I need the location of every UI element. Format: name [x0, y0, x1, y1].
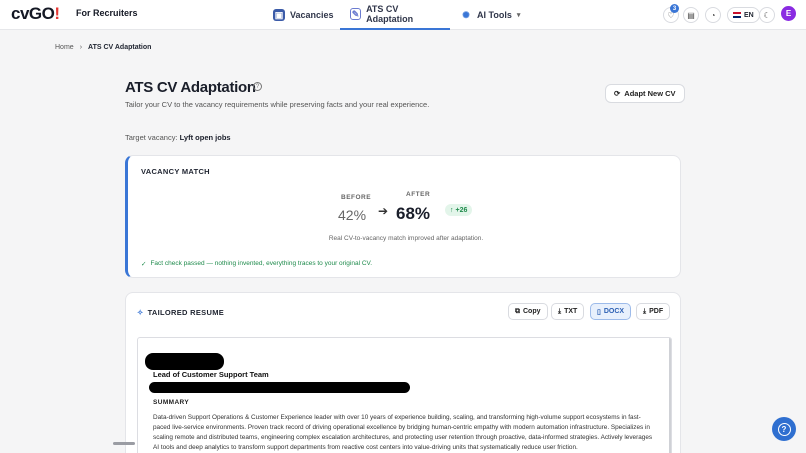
download-txt-button[interactable]: ⤓ TXT — [551, 303, 585, 320]
help-button[interactable]: ? — [772, 417, 796, 441]
docx-label: DOCX — [603, 308, 625, 315]
favorites-badge: 3 — [670, 4, 679, 13]
match-note: Real CV-to-vacancy match improved after … — [328, 235, 484, 242]
delta-badge: ↑ +26 — [445, 204, 473, 216]
for-recruiters-link[interactable]: For Recruiters — [76, 8, 138, 18]
nav-vacancies-label: Vacancies — [290, 10, 334, 20]
arrow-up-icon: ↑ — [450, 206, 454, 214]
language-selector[interactable]: EN — [727, 7, 760, 23]
nav-ats-cv-adaptation[interactable]: ✎ ATS CV Adaptation — [340, 0, 450, 30]
breadcrumb-current: ATS CV Adaptation — [88, 44, 152, 51]
moon-icon[interactable]: ☾ — [759, 7, 775, 23]
bell-icon[interactable]: ◔ — [705, 7, 721, 23]
resume-job-title: Lead of Customer Support Team — [153, 370, 269, 379]
sparkle-icon: ✺ — [462, 9, 470, 20]
resume-scrollbar[interactable] — [669, 338, 671, 453]
cvgo-logo[interactable]: cvGO! — [11, 4, 60, 24]
target-vacancy-value: Lyft open jobs — [179, 133, 231, 142]
refresh-icon: ⟳ — [614, 89, 621, 98]
top-navigation-bar: cvGO! For Recruiters ▣ Vacancies ✎ ATS C… — [0, 0, 806, 30]
redacted-contact — [149, 382, 410, 393]
download-pdf-button[interactable]: ⤓ PDF — [636, 303, 671, 320]
copy-icon: ⧉ — [515, 307, 520, 315]
summary-heading: SUMMARY — [153, 399, 190, 406]
txt-label: TXT — [564, 308, 578, 315]
check-icon: ✓ — [141, 261, 147, 268]
breadcrumb-home[interactable]: Home — [55, 44, 74, 51]
clipboard-icon[interactable]: ▤ — [683, 7, 699, 23]
tailored-resume-title: TAILORED RESUME — [147, 308, 225, 317]
target-vacancy: Target vacancy: Lyft open jobs — [125, 133, 231, 142]
language-label: EN — [744, 11, 754, 19]
target-vacancy-label: Target vacancy: — [125, 133, 178, 142]
after-value: 68% — [396, 204, 431, 223]
briefcase-icon: ▣ — [273, 9, 285, 21]
arrow-right-icon: ➔ — [378, 204, 389, 218]
document-magic-icon: ✎ — [350, 8, 362, 20]
before-value: 42% — [338, 207, 367, 223]
pdf-label: PDF — [649, 308, 664, 315]
chevron-down-icon: ▾ — [516, 12, 521, 19]
download-icon: ⤓ — [643, 307, 647, 315]
redacted-name — [145, 353, 224, 370]
question-circle-icon: ? — [777, 422, 791, 436]
fact-check-status: ✓ Fact check passed — nothing invented, … — [141, 260, 372, 268]
copy-label: Copy — [523, 308, 541, 315]
page-subtitle: Tailor your CV to the vacancy requiremen… — [125, 100, 430, 109]
after-label: AFTER — [406, 191, 431, 198]
wand-icon: ✧ — [137, 308, 144, 317]
page-title: ATS CV Adaptation — [125, 79, 256, 96]
uk-flag-icon — [733, 12, 741, 18]
tailored-resume-card: ✧ TAILORED RESUME ⧉ Copy ⤓ TXT ▯ DOCX ⤓ … — [125, 292, 681, 453]
download-icon: ⤓ — [558, 307, 562, 315]
summary-text: Data-driven Support Operations & Custome… — [153, 414, 653, 451]
fact-check-text: Fact check passed — nothing invented, ev… — [150, 260, 373, 267]
chevron-right-icon: › — [79, 44, 83, 51]
nav-ats-label: ATS CV Adaptation — [366, 4, 414, 24]
resume-preview[interactable]: Lead of Customer Support Team SUMMARY Da… — [137, 337, 672, 453]
file-icon: ▯ — [597, 308, 601, 316]
breadcrumb: Home › ATS CV Adaptation — [55, 44, 151, 51]
copy-button[interactable]: ⧉ Copy — [508, 303, 548, 320]
vacancy-match-card: VACANCY MATCH BEFORE 42% ➔ AFTER 68% ↑ +… — [125, 155, 681, 278]
nav-vacancies[interactable]: ▣ Vacancies — [263, 0, 344, 30]
horizontal-scroll-handle[interactable] — [113, 442, 135, 445]
tailored-resume-heading: ✧ TAILORED RESUME — [137, 308, 224, 317]
adapt-new-cv-label: Adapt New CV — [624, 89, 676, 98]
download-docx-button[interactable]: ▯ DOCX — [590, 303, 632, 320]
nav-ai-label: AI Tools — [477, 10, 512, 20]
nav-ai-tools[interactable]: ✺ AI Tools ▾ — [450, 0, 530, 30]
question-circle-icon[interactable]: ? — [253, 82, 262, 91]
delta-value: +26 — [455, 206, 468, 214]
before-label: BEFORE — [341, 194, 372, 201]
adapt-new-cv-button[interactable]: ⟳ Adapt New CV — [605, 84, 685, 103]
avatar[interactable]: E — [781, 6, 796, 21]
vacancy-match-title: VACANCY MATCH — [141, 167, 210, 176]
